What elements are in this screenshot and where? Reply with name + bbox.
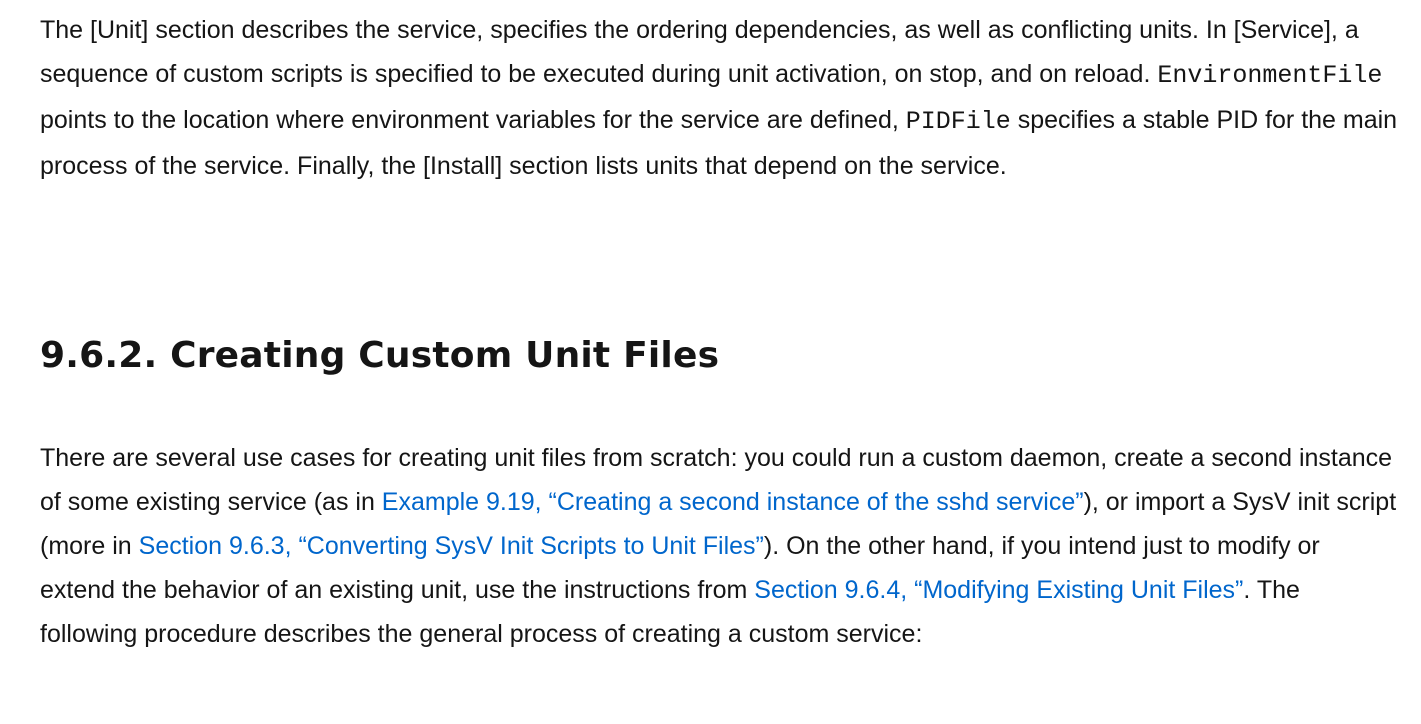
section-heading: 9.6.2. Creating Custom Unit Files xyxy=(40,335,720,376)
section-9-6-3-link[interactable]: Section 9.6.3, “Converting SysV Init Scr… xyxy=(139,532,764,560)
body-paragraph: There are several use cases for creating… xyxy=(40,436,1400,656)
document-content: The [Unit] section describes the service… xyxy=(40,8,1400,648)
intro-paragraph: The [Unit] section describes the service… xyxy=(40,8,1400,188)
pidfile-code: PIDFile xyxy=(905,107,1011,136)
section-9-6-4-link[interactable]: Section 9.6.4, “Modifying Existing Unit … xyxy=(754,576,1243,604)
environmentfile-code: EnvironmentFile xyxy=(1157,61,1383,90)
intro-text-2: points to the location where environment… xyxy=(40,106,906,134)
example-9-19-link[interactable]: Example 9.19, “Creating a second instanc… xyxy=(382,488,1084,516)
